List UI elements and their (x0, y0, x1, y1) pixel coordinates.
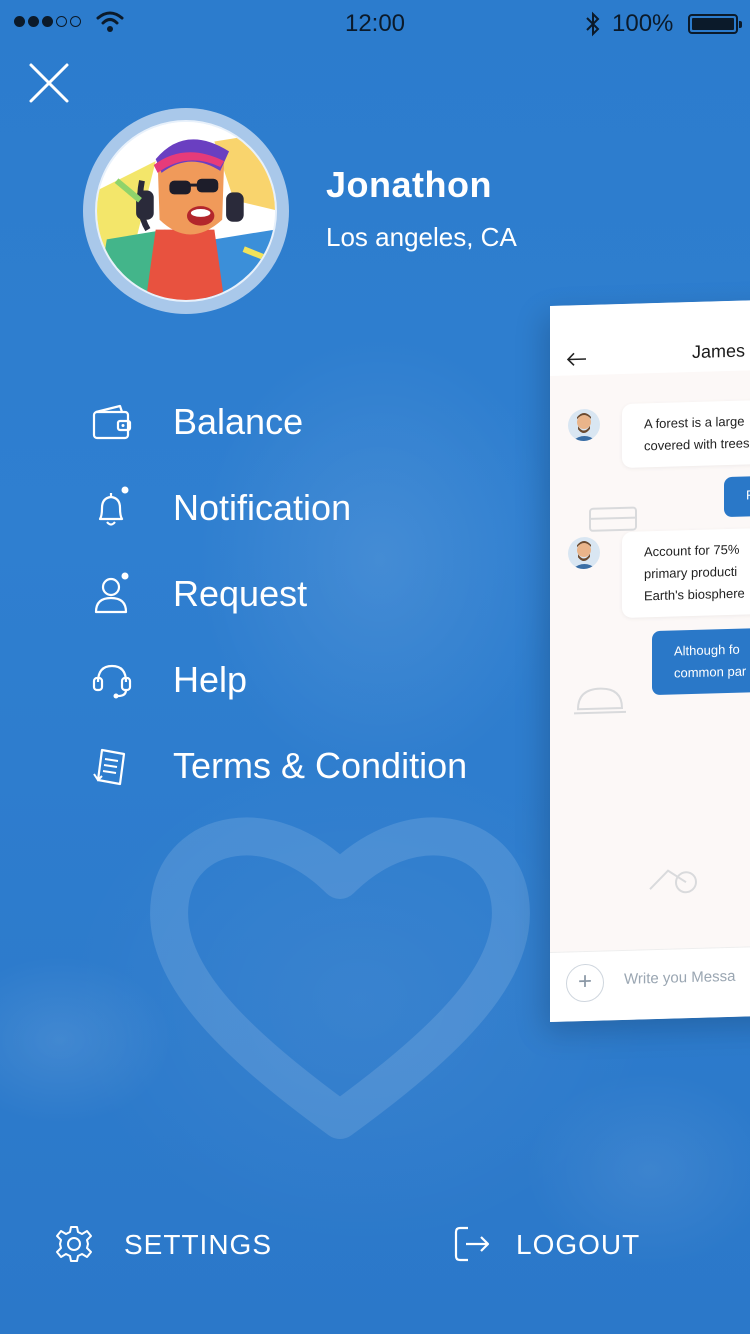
avatar-illustration (97, 122, 275, 300)
background-heart-image (150, 817, 530, 1139)
chat-avatar (568, 408, 600, 442)
wallet-icon (92, 404, 132, 440)
menu-item-notification[interactable]: Notification (0, 464, 540, 550)
doodle-cloche-icon (574, 687, 626, 715)
chat-header: James (550, 297, 750, 376)
battery-percent: 100% (612, 10, 674, 37)
headset-icon (92, 664, 132, 699)
chat-message-incoming: A forest is a large covered with trees (622, 396, 750, 468)
menu-item-label: Notification (173, 487, 352, 528)
chat-message-outgoing: Although fo common par (652, 624, 750, 696)
message-line: F (746, 487, 750, 503)
logout-label: LOGOUT (516, 1229, 641, 1260)
chat-message-incoming: Account for 75% primary producti Earth's… (622, 524, 750, 618)
message-input[interactable]: Write you Messa (624, 968, 735, 988)
drawer-menu: Balance Notification Request Help Terms … (0, 378, 540, 808)
menu-item-label: Request (173, 573, 308, 614)
add-attachment-button[interactable]: + (566, 963, 604, 1003)
menu-item-label: Help (173, 659, 248, 700)
settings-label: SETTINGS (124, 1229, 273, 1260)
bluetooth-icon (586, 11, 600, 37)
close-icon[interactable] (28, 62, 70, 104)
message-line: A forest is a large (644, 413, 745, 432)
menu-item-request[interactable]: Request (0, 550, 540, 636)
message-line: Account for 75% (644, 541, 740, 560)
chat-title: James (692, 340, 746, 363)
chat-message-outgoing: F (724, 472, 750, 518)
menu-item-label: Terms & Condition (173, 745, 468, 786)
chat-avatar (568, 536, 600, 570)
doodle-bike-icon (649, 869, 697, 894)
bell-icon (98, 486, 129, 526)
profile-name: Jonathon (326, 164, 492, 205)
logout-icon (454, 1226, 490, 1262)
profile-avatar[interactable] (83, 108, 289, 314)
logout-button[interactable]: LOGOUT (452, 1222, 672, 1268)
back-arrow-icon[interactable] (566, 351, 588, 368)
settings-button[interactable]: SETTINGS (54, 1222, 294, 1268)
chat-composer: + Write you Messa (550, 943, 750, 1022)
menu-item-label: Balance (173, 401, 304, 442)
document-icon (93, 748, 126, 786)
user-request-icon (94, 572, 129, 614)
menu-item-balance[interactable]: Balance (0, 378, 540, 464)
avatar (95, 120, 277, 302)
message-line: Although fo (674, 641, 740, 659)
status-bar: 12:00 100% (0, 0, 750, 48)
battery-icon (688, 14, 742, 34)
drawer-screen: 12:00 100% Jonathon Los angeles, CA Bala… (0, 0, 750, 1334)
menu-item-help[interactable]: Help (0, 636, 540, 722)
chat-preview-card[interactable]: James A forest is a large covered with t… (550, 297, 750, 1022)
profile-location: Los angeles, CA (326, 222, 517, 252)
gear-icon (56, 1226, 92, 1262)
menu-item-terms[interactable]: Terms & Condition (0, 722, 540, 808)
